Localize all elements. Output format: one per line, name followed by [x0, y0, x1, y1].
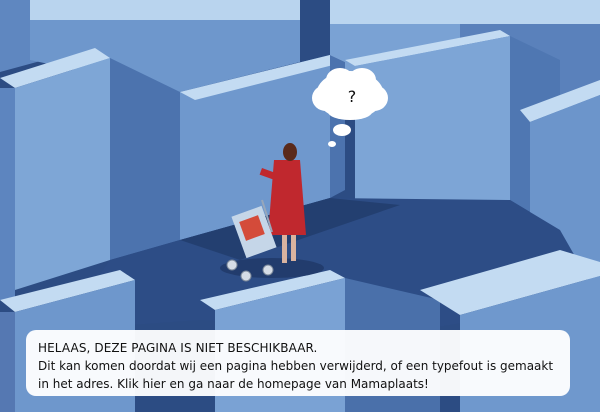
not-found-notice: HELAAS, DEZE PAGINA IS NIET BESCHIKBAAR.…: [26, 330, 570, 396]
question-mark: ?: [348, 87, 357, 106]
notice-line-2-start: in het adres.: [38, 377, 118, 391]
notice-line-1: Dit kan komen doordat wij een pagina heb…: [38, 359, 554, 373]
notice-line-2-end: en ga naar de homepage van Mamaplaats!: [165, 377, 429, 391]
notice-line-2: in het adres. Klik hier en ga naar de ho…: [38, 375, 558, 393]
notice-heading: HELAAS, DEZE PAGINA IS NIET BESCHIKBAAR.: [38, 341, 318, 355]
homepage-link[interactable]: Klik hier: [117, 377, 166, 391]
